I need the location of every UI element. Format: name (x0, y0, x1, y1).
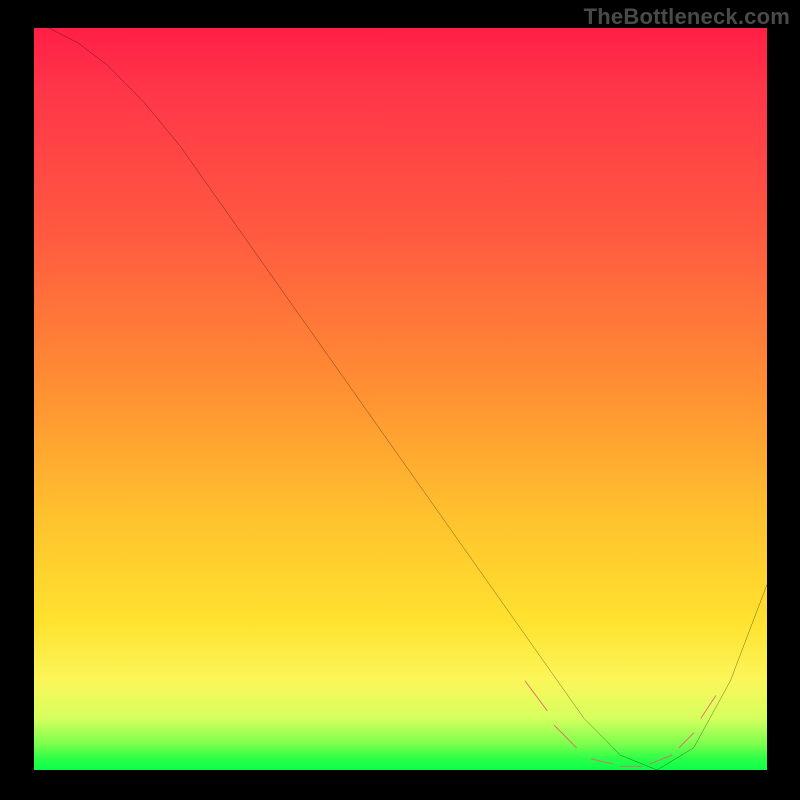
plot-area (34, 28, 767, 770)
gradient-background (34, 28, 767, 770)
chart-frame: TheBottleneck.com (0, 0, 800, 800)
watermark-text: TheBottleneck.com (584, 4, 790, 30)
